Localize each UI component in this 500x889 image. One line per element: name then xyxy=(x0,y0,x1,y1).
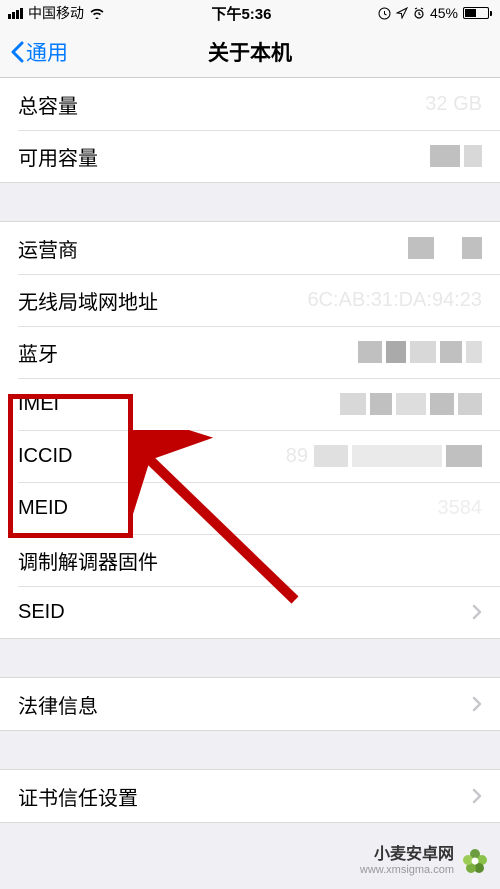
back-label: 通用 xyxy=(26,37,68,67)
section-cert: 证书信任设置 xyxy=(0,769,500,823)
status-right: 45% xyxy=(378,5,492,21)
row-value xyxy=(340,393,482,415)
carrier-label: 中国移动 xyxy=(28,3,84,23)
censored-value xyxy=(408,237,482,259)
row-value: 32 GB xyxy=(425,93,482,116)
status-left: 中国移动 xyxy=(8,3,105,23)
signal-bars-icon xyxy=(8,8,23,19)
row-label: ICCID xyxy=(18,445,72,468)
row-bluetooth[interactable]: 蓝牙 xyxy=(0,326,500,378)
row-value xyxy=(430,145,482,167)
row-label: 可用容量 xyxy=(18,142,98,171)
watermark: 小麦安卓网 www.xmsigma.com xyxy=(360,845,490,877)
row-seid[interactable]: SEID xyxy=(0,586,500,638)
row-iccid[interactable]: ICCID 89 xyxy=(0,430,500,482)
censored-value xyxy=(314,445,482,467)
row-label: SEID xyxy=(18,601,65,624)
section-network: 运营商 无线局域网地址 6C:AB:31:DA:94:23 蓝牙 IMEI IC… xyxy=(0,221,500,639)
row-label: 调制解调器固件 xyxy=(18,546,158,575)
row-label: 总容量 xyxy=(18,90,78,119)
chevron-right-icon xyxy=(472,788,482,804)
chevron-right-icon xyxy=(472,696,482,712)
row-wifi-address[interactable]: 无线局域网地址 6C:AB:31:DA:94:23 xyxy=(0,274,500,326)
row-label: 无线局域网地址 xyxy=(18,286,158,315)
row-label: 蓝牙 xyxy=(18,338,58,367)
row-carrier[interactable]: 运营商 xyxy=(0,222,500,274)
nav-bar: 通用 关于本机 xyxy=(0,26,500,78)
row-value: 6C:AB:31:DA:94:23 xyxy=(307,289,482,312)
section-legal: 法律信息 xyxy=(0,677,500,731)
battery-percent: 45% xyxy=(430,5,458,21)
watermark-sub: www.xmsigma.com xyxy=(360,864,454,877)
row-value xyxy=(472,696,482,712)
row-cert-trust[interactable]: 证书信任设置 xyxy=(0,770,500,822)
watermark-main: 小麦安卓网 xyxy=(360,845,454,864)
row-label: IMEI xyxy=(18,393,59,416)
chevron-right-icon xyxy=(472,604,482,620)
row-label: 运营商 xyxy=(18,234,78,263)
status-time: 下午5:36 xyxy=(211,3,271,24)
back-button[interactable]: 通用 xyxy=(10,37,68,67)
row-label: MEID xyxy=(18,497,68,520)
page-title: 关于本机 xyxy=(208,37,292,67)
row-value xyxy=(408,237,482,259)
censored-value xyxy=(340,393,482,415)
censored-value xyxy=(358,341,482,363)
row-label: 证书信任设置 xyxy=(18,782,138,811)
row-value xyxy=(472,604,482,620)
row-value xyxy=(472,788,482,804)
row-value: 3584 xyxy=(438,497,483,520)
row-value: 89 xyxy=(286,445,482,468)
location-icon xyxy=(396,7,408,19)
battery-icon xyxy=(463,7,492,19)
row-label: 法律信息 xyxy=(18,690,98,719)
row-total-capacity[interactable]: 总容量 32 GB xyxy=(0,78,500,130)
flower-icon xyxy=(460,846,490,876)
row-meid[interactable]: MEID 3584 xyxy=(0,482,500,534)
wifi-icon xyxy=(89,7,105,19)
chevron-left-icon xyxy=(10,41,24,63)
row-legal[interactable]: 法律信息 xyxy=(0,678,500,730)
alarm-icon xyxy=(413,7,425,19)
lock-icon xyxy=(378,7,391,20)
row-imei[interactable]: IMEI xyxy=(0,378,500,430)
row-value xyxy=(358,341,482,363)
status-bar: 中国移动 下午5:36 45% xyxy=(0,0,500,26)
row-modem-firmware[interactable]: 调制解调器固件 xyxy=(0,534,500,586)
censored-value xyxy=(430,145,482,167)
row-available[interactable]: 可用容量 xyxy=(0,130,500,182)
section-storage: 总容量 32 GB 可用容量 xyxy=(0,78,500,183)
